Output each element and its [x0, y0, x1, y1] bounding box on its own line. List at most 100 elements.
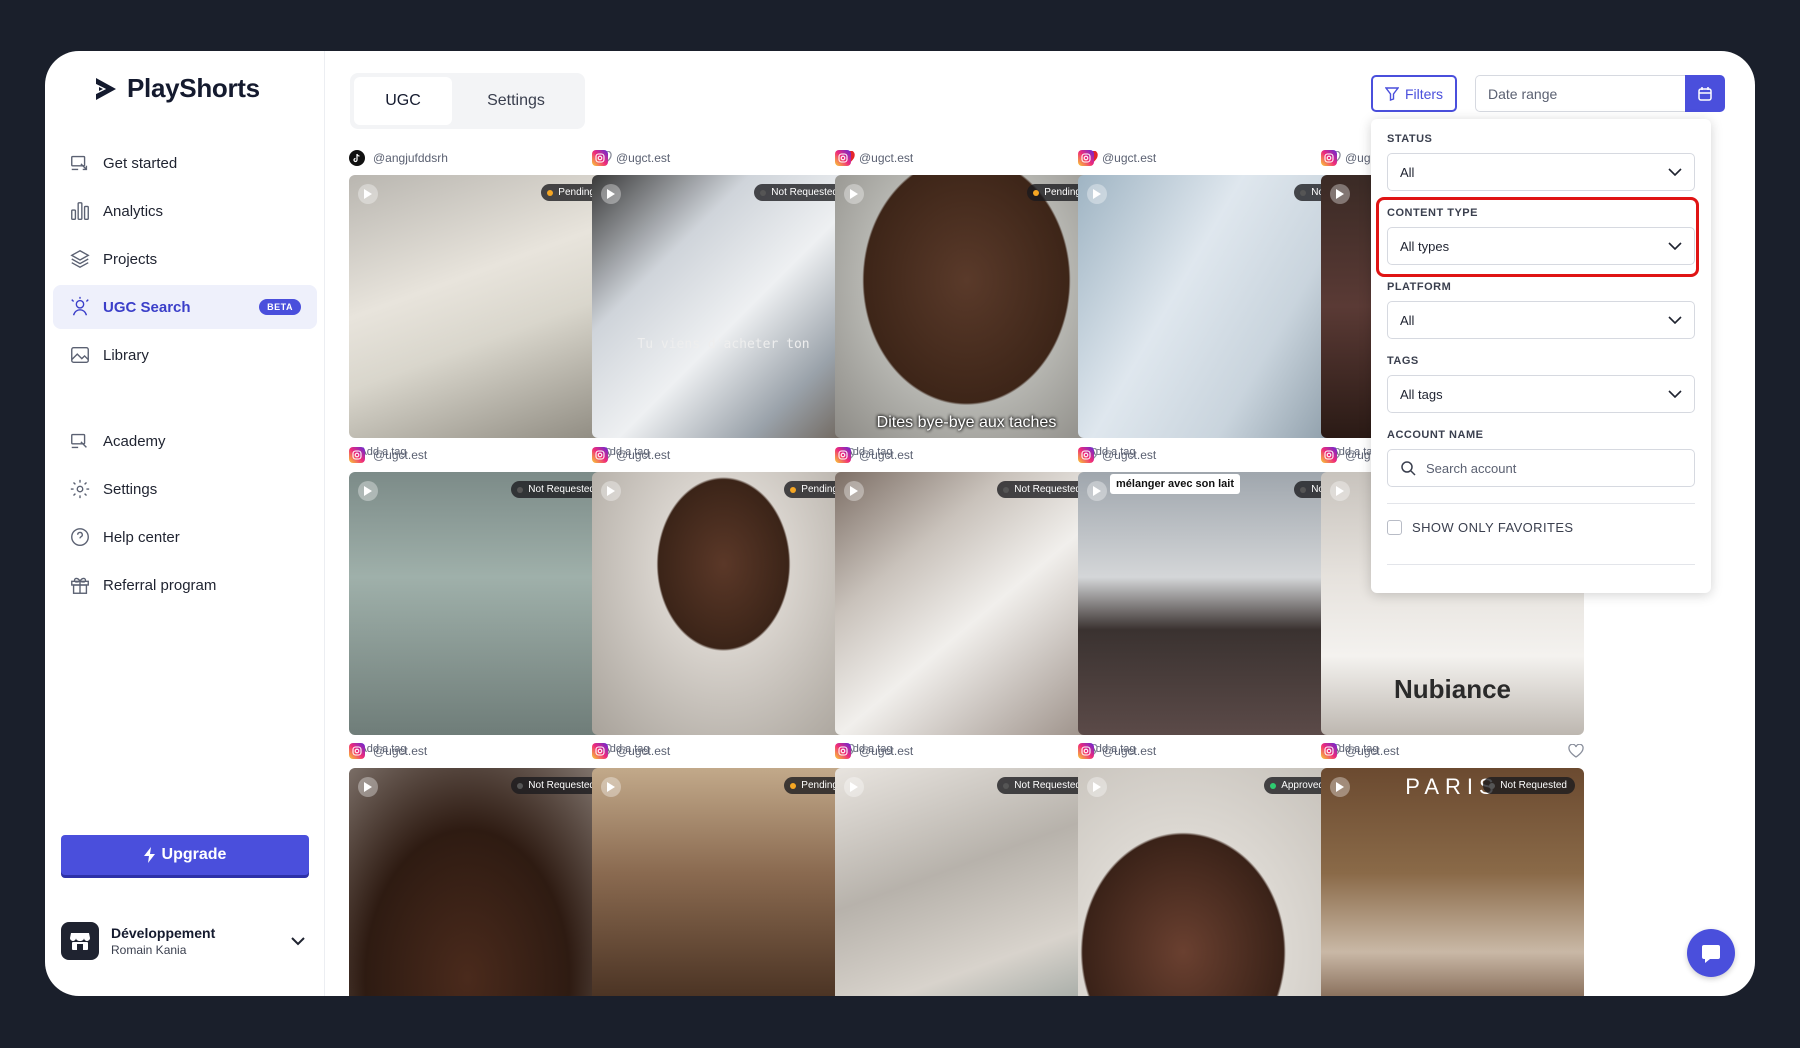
account-handle[interactable]: @ugct.est [1102, 744, 1156, 758]
play-icon[interactable] [1330, 481, 1350, 501]
ugc-card[interactable]: @ugct.est No +Add a tag [1078, 149, 1341, 460]
platform-select[interactable]: All [1387, 301, 1695, 339]
chat-button[interactable] [1687, 929, 1735, 977]
ugc-card[interactable]: @angjufddsrh Pending +Add a tag [349, 149, 612, 460]
account-search-field[interactable] [1387, 449, 1695, 487]
account-handle[interactable]: @ugct.est [616, 151, 670, 165]
video-thumbnail[interactable]: Not Requested [835, 472, 1098, 735]
play-icon[interactable] [601, 184, 621, 204]
play-icon[interactable] [844, 184, 864, 204]
favorites-label: SHOW ONLY FAVORITES [1412, 520, 1574, 535]
favorites-toggle[interactable]: SHOW ONLY FAVORITES [1387, 520, 1695, 535]
status-dot [1300, 189, 1307, 196]
play-icon[interactable] [358, 184, 378, 204]
layers-icon [69, 248, 91, 270]
filters-button[interactable]: Filters [1371, 75, 1457, 112]
play-icon[interactable] [358, 777, 378, 797]
status-text: Not Requested [1014, 780, 1081, 791]
play-icon[interactable] [1330, 777, 1350, 797]
video-thumbnail[interactable]: No [1078, 175, 1341, 438]
account-handle[interactable]: @ugct.est [616, 448, 670, 462]
sidebar-item-projects[interactable]: Projects [53, 237, 317, 281]
status-badge: Not Requested [754, 184, 846, 201]
sidebar-item-get-started[interactable]: Get started [53, 141, 317, 185]
video-thumbnail[interactable]: Pending [349, 175, 612, 438]
status-dot [547, 189, 554, 196]
ugc-card[interactable]: @ugct.est Pending +Add a tag [592, 446, 855, 757]
platform-filter: PLATFORM All [1387, 281, 1695, 339]
ugc-card[interactable]: @ugct.est Not Requested Tu viens d'achet… [592, 149, 855, 460]
account-switcher[interactable]: Développement Romain Kania [61, 919, 309, 963]
heart-icon[interactable] [1568, 744, 1584, 758]
ugc-card[interactable]: @ugct.est Not Requested [349, 742, 612, 996]
tab-settings[interactable]: Settings [452, 77, 580, 125]
favorites-checkbox[interactable] [1387, 520, 1402, 535]
chevron-down-icon [1668, 390, 1682, 398]
upgrade-button[interactable]: Upgrade [61, 835, 309, 875]
workspace-avatar [61, 922, 99, 960]
ugc-card[interactable]: @ugct.est Not Requested +Add a tag [835, 446, 1098, 757]
play-icon[interactable] [1087, 481, 1107, 501]
ugc-card[interactable]: @ugct.est Not Requested +Add a tag [349, 446, 612, 757]
logo[interactable]: PlayShorts [93, 73, 260, 104]
play-icon[interactable] [844, 481, 864, 501]
play-icon[interactable] [601, 481, 621, 501]
video-thumbnail[interactable]: PARIS Not Requested [1321, 768, 1584, 996]
ugc-card[interactable]: @ugct.est Pending Dites bye-bye aux tach… [835, 149, 1098, 460]
calendar-button[interactable] [1685, 75, 1725, 112]
sidebar-item-library[interactable]: Library [53, 333, 317, 377]
video-thumbnail[interactable]: Pending Dites bye-bye aux taches [835, 175, 1098, 438]
status-text: Not Requested [1014, 484, 1081, 495]
sidebar-item-help-center[interactable]: Help center [53, 515, 317, 559]
search-icon [1401, 461, 1416, 476]
tags-select[interactable]: All tags [1387, 375, 1695, 413]
account-handle[interactable]: @ugct.est [859, 448, 913, 462]
ugc-card[interactable]: @ugct.est Pending [592, 742, 855, 996]
ugc-card[interactable]: @ugct.est Approved [1078, 742, 1341, 996]
play-icon[interactable] [1087, 777, 1107, 797]
play-icon[interactable] [844, 777, 864, 797]
sidebar-item-settings[interactable]: Settings [53, 467, 317, 511]
ugc-card[interactable]: @ugct.est Not Requested [835, 742, 1098, 996]
play-icon[interactable] [601, 777, 621, 797]
account-handle[interactable]: @angjufddsrh [373, 151, 448, 165]
play-icon[interactable] [1330, 184, 1350, 204]
account-handle[interactable]: @ugct.est [373, 744, 427, 758]
account-handle[interactable]: @ugct.est [1102, 448, 1156, 462]
play-icon[interactable] [1087, 184, 1107, 204]
account-handle[interactable]: @ugct.est [1345, 744, 1399, 758]
sidebar-item-ugc-search[interactable]: UGC Search BETA [53, 285, 317, 329]
account-handle[interactable]: @ugct.est [373, 448, 427, 462]
video-thumbnail[interactable]: Pending [592, 768, 855, 996]
status-select[interactable]: All [1387, 153, 1695, 191]
sidebar-item-referral-program[interactable]: Referral program [53, 563, 317, 607]
ugc-card[interactable]: @ugct.est PARIS Not Requested [1321, 742, 1584, 996]
video-thumbnail[interactable]: Approved [1078, 768, 1341, 996]
brand-text: Nubiance [1393, 674, 1512, 704]
sidebar-item-analytics[interactable]: Analytics [53, 189, 317, 233]
status-text: Not Requested [1500, 780, 1567, 791]
account-handle[interactable]: @ugct.est [859, 744, 913, 758]
play-icon[interactable] [358, 481, 378, 501]
video-thumbnail[interactable]: Not Requested [835, 768, 1098, 996]
video-thumbnail[interactable]: Not Requested Tu viens d'acheter ton [592, 175, 855, 438]
account-handle[interactable]: @ugct.est [616, 744, 670, 758]
instagram-icon [592, 447, 608, 463]
video-thumbnail[interactable]: Not Requested [349, 768, 612, 996]
ugc-card[interactable]: @ugct.est mélanger avec son lait No +Add… [1078, 446, 1341, 757]
chevron-down-icon [1668, 168, 1682, 176]
account-handle[interactable]: @ugct.est [859, 151, 913, 165]
sidebar-item-academy[interactable]: Academy [53, 419, 317, 463]
tab-ugc[interactable]: UGC [354, 77, 452, 125]
beta-badge: BETA [259, 299, 301, 315]
video-thumbnail[interactable]: mélanger avec son lait No [1078, 472, 1341, 735]
account-handle[interactable]: @ugct.est [1102, 151, 1156, 165]
instagram-icon [835, 150, 851, 166]
status-dot [1300, 486, 1307, 493]
account-search-input[interactable] [1426, 460, 1626, 476]
video-thumbnail[interactable]: Pending [592, 472, 855, 735]
card-header: @ugct.est [1078, 742, 1341, 760]
status-text: Pending [801, 484, 838, 495]
video-thumbnail[interactable]: Not Requested [349, 472, 612, 735]
date-range-input[interactable]: Date range [1475, 75, 1685, 112]
